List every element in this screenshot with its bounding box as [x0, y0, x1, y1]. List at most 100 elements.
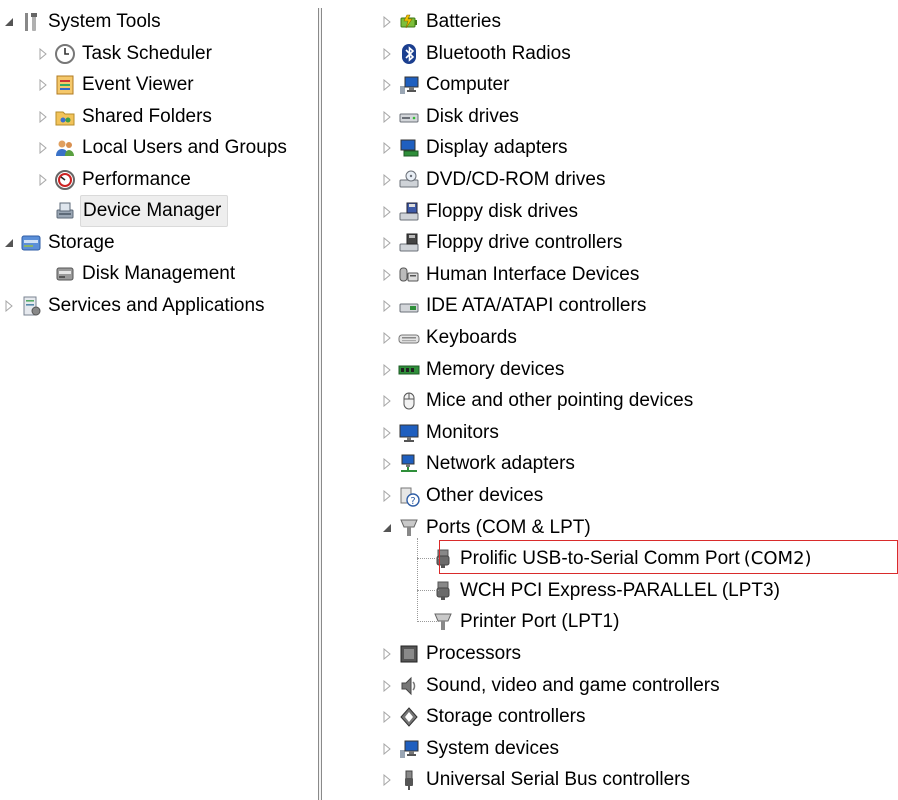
tree-item-label: DVD/CD-ROM drives: [426, 169, 606, 190]
device-category-processors[interactable]: Processors: [380, 639, 521, 669]
storage-controller-icon: [398, 706, 420, 728]
tree-item-label: Printer Port (LPT1): [460, 611, 620, 633]
device-category-batteries[interactable]: Batteries: [380, 7, 501, 37]
tree-item-label: Floppy disk drives: [426, 200, 579, 222]
nav-item-performance[interactable]: Performance: [36, 165, 191, 195]
tree-item-label: Services and Applications: [48, 294, 265, 316]
expand-arrow-icon[interactable]: [380, 394, 394, 408]
tree-item-label: Universal Serial Bus controllers: [426, 769, 690, 791]
device-category-wch[interactable]: WCH PCI Express-PARALLEL (LPT3): [414, 576, 780, 606]
disk-management-icon: [54, 263, 76, 285]
tree-item-label: WCH PCI Express-PARALLEL (LPT3): [460, 579, 780, 601]
device-category-keyboards[interactable]: Keyboards: [380, 323, 517, 353]
performance-icon: [54, 169, 76, 191]
expand-arrow-icon[interactable]: [36, 78, 50, 92]
device-category-memory[interactable]: Memory devices: [380, 355, 564, 385]
collapse-arrow-icon[interactable]: [2, 15, 16, 29]
tree-item-label: Network adapters: [426, 453, 575, 475]
expand-arrow-icon[interactable]: [380, 141, 394, 155]
floppy-drive-icon: [398, 201, 420, 223]
device-category-other[interactable]: ? Other devices: [380, 481, 543, 511]
expand-arrow-icon[interactable]: [380, 742, 394, 756]
nav-item-disk-management[interactable]: Disk Management: [36, 259, 235, 289]
expand-arrow-icon[interactable]: [380, 489, 394, 503]
device-category-ide[interactable]: IDE ATA/ATAPI controllers: [380, 291, 646, 321]
console-tree-pane: System Tools Task Scheduler Event Viewer Sh…: [0, 0, 318, 800]
expand-arrow-icon[interactable]: [380, 47, 394, 61]
floppy-controller-icon: [398, 232, 420, 254]
collapse-arrow-icon[interactable]: [380, 521, 394, 535]
device-category-monitors[interactable]: Monitors: [380, 418, 499, 448]
tree-item-label: System devices: [426, 737, 560, 759]
device-category-hid[interactable]: Human Interface Devices: [380, 260, 639, 290]
device-category-display-adapters[interactable]: Display adapters: [380, 133, 568, 163]
expand-arrow-icon[interactable]: [380, 331, 394, 345]
expand-arrow-icon[interactable]: [36, 173, 50, 187]
nav-item-local-users[interactable]: Local Users and Groups: [36, 133, 287, 163]
device-category-floppy-drives[interactable]: Floppy disk drives: [380, 197, 578, 227]
collapse-arrow-icon[interactable]: [2, 236, 16, 250]
expand-arrow-icon[interactable]: [380, 299, 394, 313]
tree-connector: [417, 558, 439, 559]
memory-icon: [398, 359, 420, 381]
expand-arrow-icon[interactable]: [380, 773, 394, 787]
device-category-sound[interactable]: Sound, video and game controllers: [380, 671, 720, 701]
device-category-usb[interactable]: Universal Serial Bus controllers: [380, 765, 690, 795]
nav-item-task-scheduler[interactable]: Task Scheduler: [36, 39, 212, 69]
tree-item-label: Bluetooth Radios: [426, 42, 571, 64]
tree-item-label: Disk Management: [82, 263, 236, 284]
device-category-dvd[interactable]: DVD/CD-ROM drives: [380, 165, 605, 195]
expand-arrow-icon[interactable]: [380, 679, 394, 693]
tree-item-label: Shared Folders: [82, 105, 212, 127]
dvd-drive-icon: [398, 169, 420, 191]
expand-arrow-icon[interactable]: [380, 647, 394, 661]
device-category-disk-drives[interactable]: Disk drives: [380, 102, 519, 132]
expand-arrow-icon[interactable]: [380, 173, 394, 187]
device-category-mice[interactable]: Mice and other pointing devices: [380, 386, 693, 416]
expand-arrow-icon[interactable]: [380, 363, 394, 377]
network-adapter-icon: [398, 453, 420, 475]
expand-arrow-icon[interactable]: [36, 110, 50, 124]
services-icon: [20, 295, 42, 317]
bluetooth-icon: [398, 43, 420, 65]
device-category-floppy-ctrl[interactable]: Floppy drive controllers: [380, 228, 622, 258]
tree-item-label: Event Viewer: [82, 74, 194, 95]
expand-arrow-icon[interactable]: [2, 299, 16, 313]
tree-item-label: Display adapters: [426, 137, 568, 159]
expand-arrow-icon[interactable]: [380, 268, 394, 282]
device-category-storage-ctrl[interactable]: Storage controllers: [380, 702, 585, 732]
nav-item-event-viewer[interactable]: Event Viewer: [36, 70, 194, 100]
port-icon: [398, 517, 420, 539]
nav-item-device-manager[interactable]: Device Manager: [36, 195, 229, 227]
tree-item-label: Computer: [426, 74, 510, 96]
nav-item-shared-folders[interactable]: Shared Folders: [36, 102, 212, 132]
expand-arrow-icon[interactable]: [36, 141, 50, 155]
nav-item-system-tools[interactable]: System Tools: [2, 7, 161, 37]
expand-arrow-icon[interactable]: [380, 205, 394, 219]
expand-arrow-icon[interactable]: [36, 47, 50, 61]
expand-arrow-icon[interactable]: [380, 457, 394, 471]
tree-item-label: Device Manager: [80, 195, 229, 227]
nav-item-storage[interactable]: Storage: [2, 228, 115, 258]
expand-arrow-icon[interactable]: [380, 110, 394, 124]
device-category-bluetooth[interactable]: Bluetooth Radios: [380, 39, 571, 69]
device-category-computer[interactable]: Computer: [380, 70, 509, 100]
expand-arrow-icon[interactable]: [380, 236, 394, 250]
tree-item-label: Mice and other pointing devices: [426, 390, 694, 412]
speaker-icon: [398, 675, 420, 697]
expand-arrow-icon[interactable]: [380, 78, 394, 92]
ide-controller-icon: [398, 295, 420, 317]
expand-arrow-icon[interactable]: [380, 710, 394, 724]
tree-item-label: Batteries: [426, 11, 501, 32]
device-category-network[interactable]: Network adapters: [380, 449, 575, 479]
device-category-printer-port[interactable]: Printer Port (LPT1): [414, 607, 619, 637]
tree-item-label: Keyboards: [426, 327, 517, 348]
tree-item-label: Storage: [48, 231, 115, 253]
nav-item-services-apps[interactable]: Services and Applications: [2, 291, 265, 321]
expand-arrow-icon[interactable]: [380, 426, 394, 440]
tree-item-label: Processors: [426, 643, 522, 664]
unknown-device-icon: ?: [398, 485, 420, 507]
device-category-ports[interactable]: Ports (COM & LPT): [380, 513, 591, 543]
expand-arrow-icon[interactable]: [380, 15, 394, 29]
device-category-system-devices[interactable]: System devices: [380, 734, 559, 764]
